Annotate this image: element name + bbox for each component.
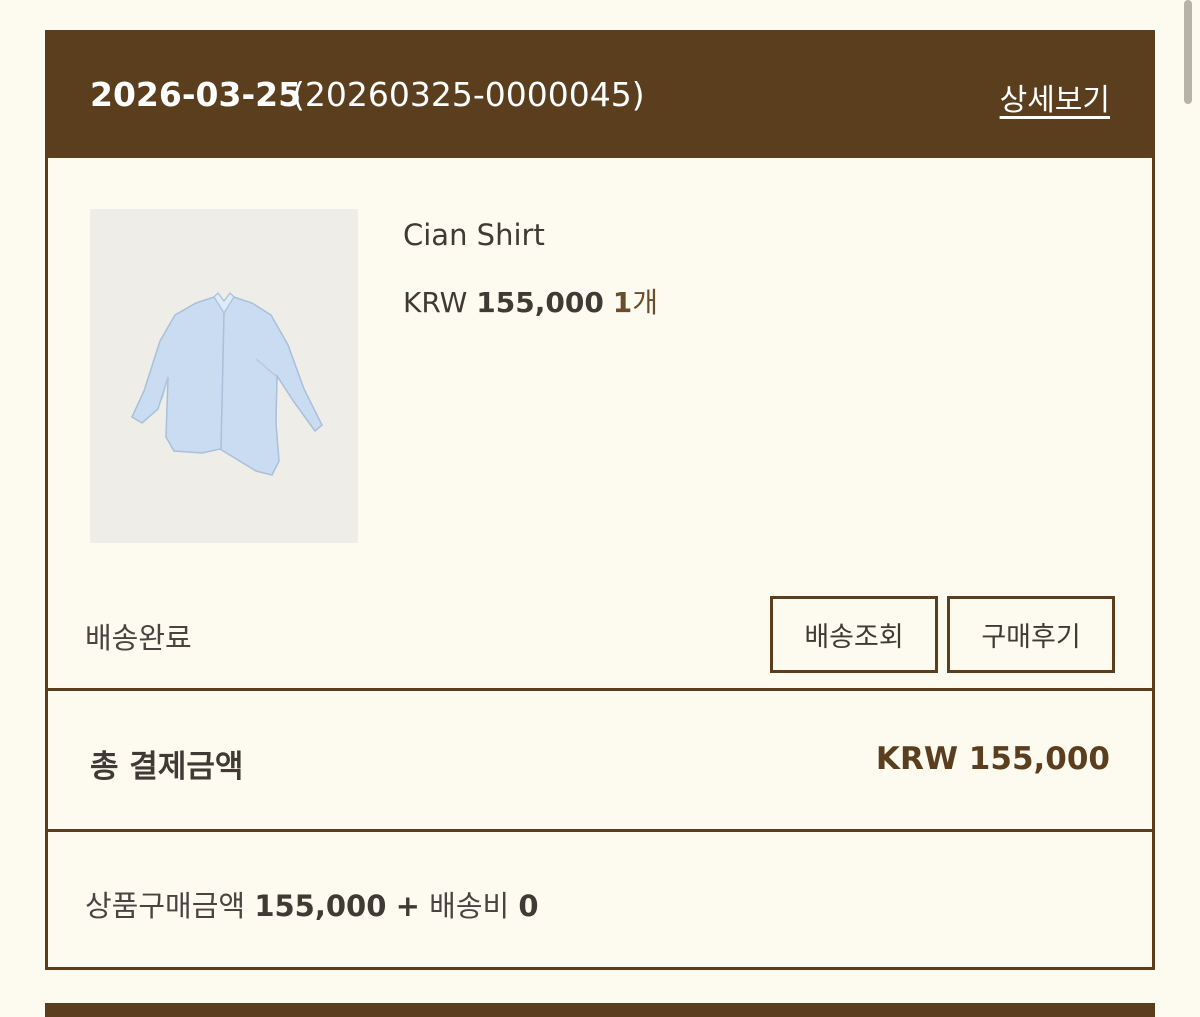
shipping-fee-value: 0 — [518, 889, 539, 923]
order-number: (20260325-0000045) — [292, 75, 645, 114]
scrollbar[interactable] — [1184, 0, 1192, 104]
order-card: 2026-03-25 (20260325-0000045) 상세보기 Cian … — [45, 30, 1155, 970]
total-payment-label: 총 결제금액 — [90, 749, 244, 785]
write-review-button[interactable]: 구매후기 — [947, 596, 1115, 673]
track-delivery-button[interactable]: 배송조회 — [770, 596, 938, 673]
product-quantity: 1 — [612, 286, 633, 319]
delivery-status: 배송완료 — [85, 621, 192, 655]
order-detail-link[interactable]: 상세보기 — [1000, 75, 1110, 119]
divider — [45, 829, 1155, 832]
shipping-fee-label: 배송비 — [429, 889, 510, 923]
payment-breakdown: 상품구매금액 155,000 + 배송비 0 — [85, 883, 539, 925]
order-header: 2026-03-25 (20260325-0000045) 상세보기 — [45, 30, 1155, 158]
currency-label: KRW — [403, 286, 468, 319]
goods-amount-value: 155,000 — [254, 889, 387, 923]
shirt-image — [131, 292, 323, 476]
product-price-value: 155,000 — [476, 286, 604, 319]
plus-sign: + — [395, 889, 420, 923]
divider — [45, 688, 1155, 691]
quantity-unit: 개 — [632, 286, 658, 319]
product-name[interactable]: Cian Shirt — [403, 218, 545, 252]
order-date: 2026-03-25 — [90, 75, 302, 114]
goods-amount-label: 상품구매금액 — [85, 889, 246, 923]
product-image[interactable] — [90, 209, 358, 543]
next-order-header — [45, 1003, 1155, 1017]
product-price: KRW 155,000 1개 — [403, 281, 658, 321]
total-payment-value: KRW 155,000 — [875, 741, 1110, 777]
